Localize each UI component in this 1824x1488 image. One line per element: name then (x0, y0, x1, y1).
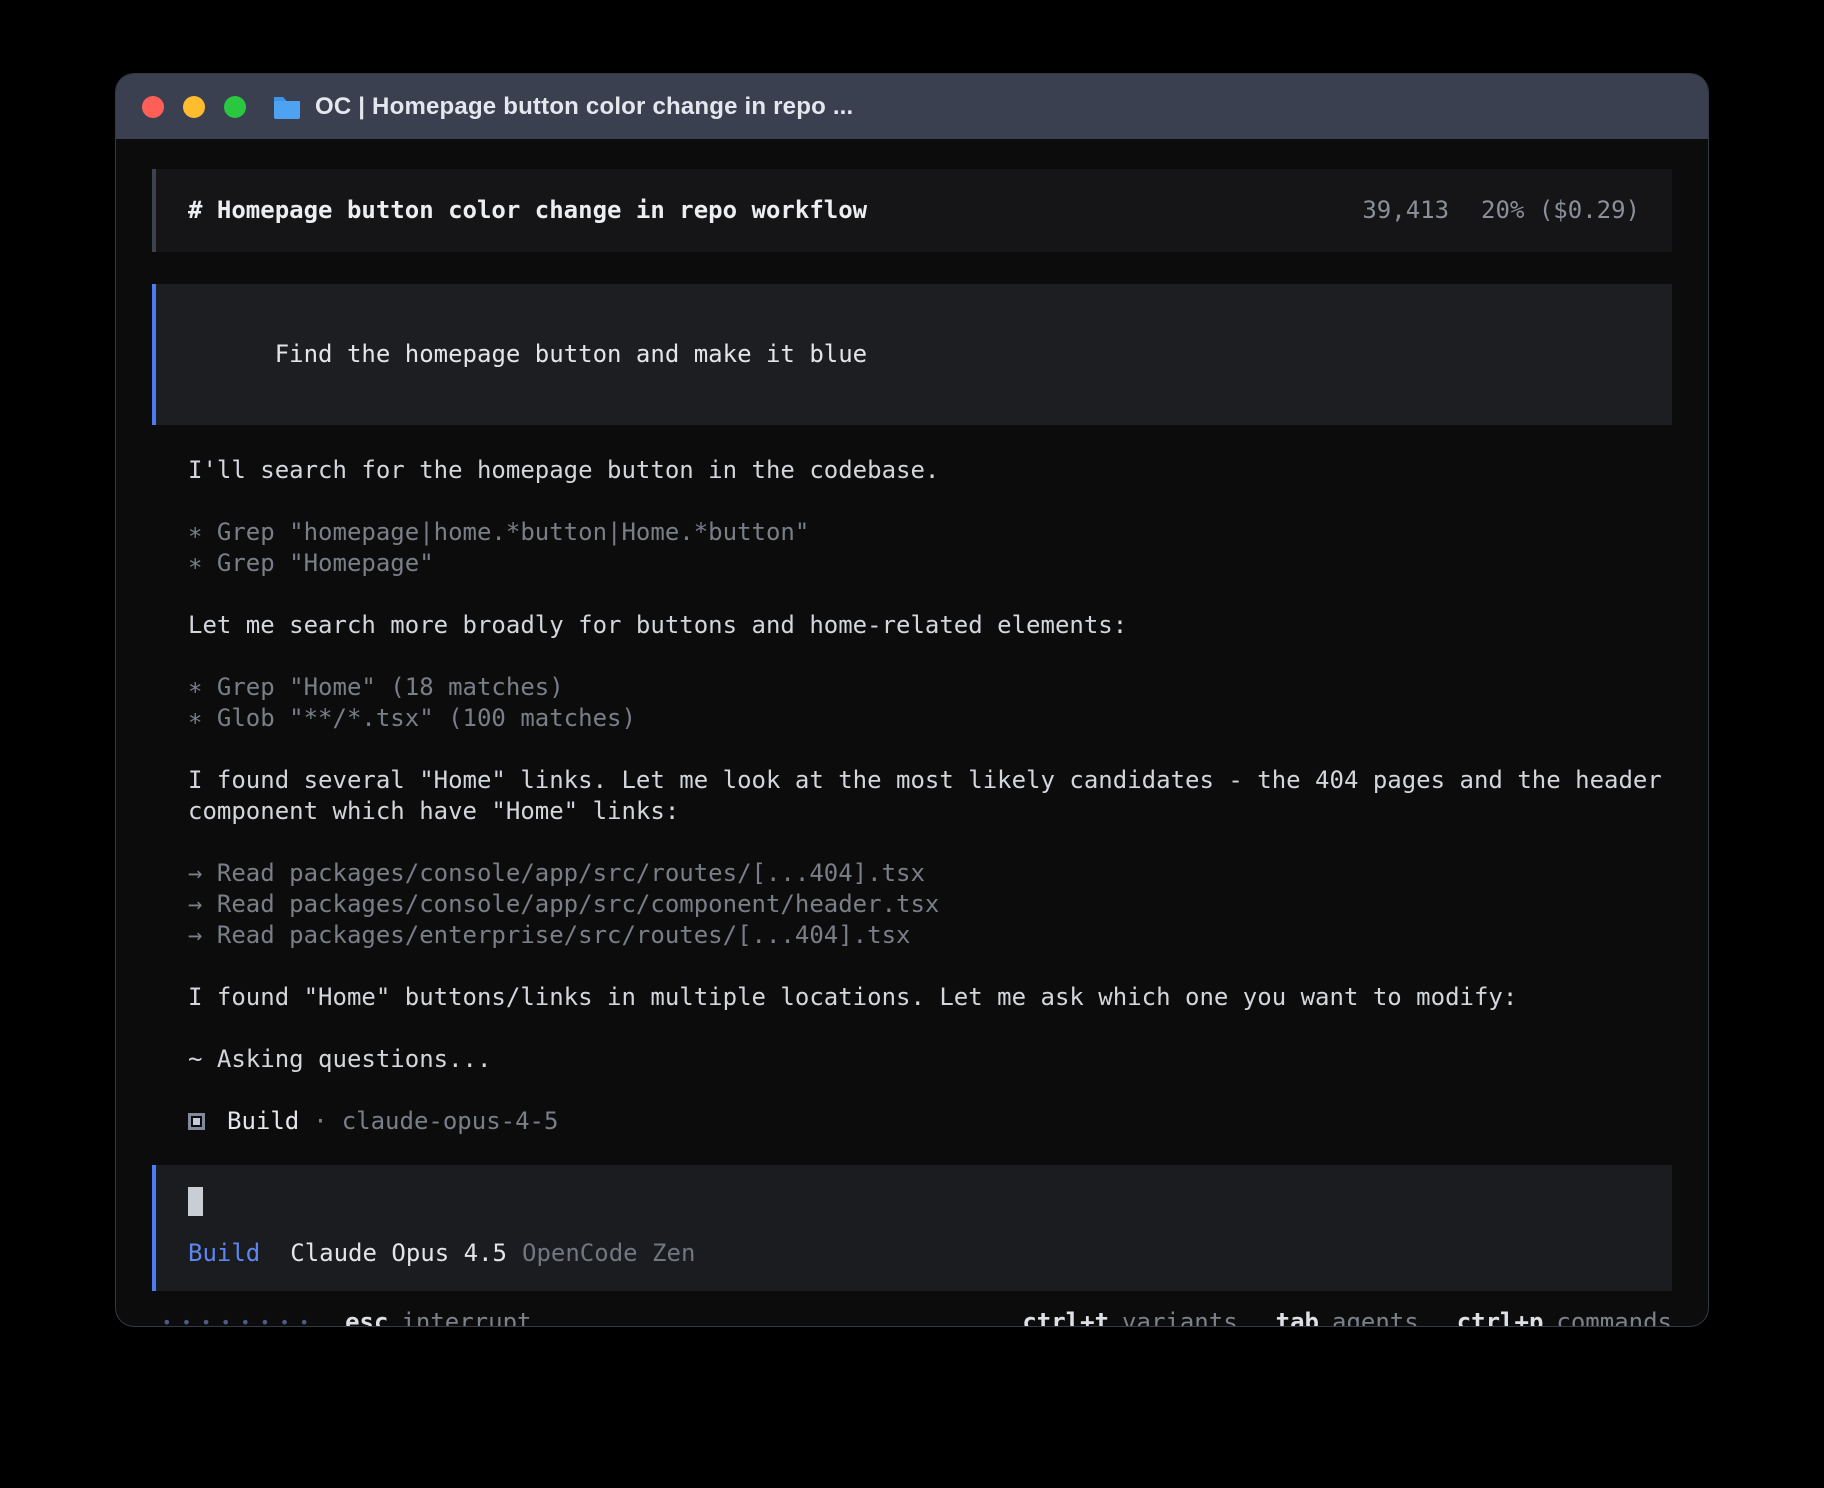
interrupt-key: esc (345, 1307, 388, 1326)
assistant-transcript: I'll search for the homepage button in t… (152, 455, 1672, 1075)
model-label: Claude Opus 4.5 (290, 1238, 507, 1269)
transcript-line: → Read packages/enterprise/src/routes/[.… (188, 920, 1664, 951)
shortcut-label: agents (1332, 1307, 1419, 1326)
transcript-line: I found "Home" buttons/links in multiple… (188, 982, 1664, 1013)
shortcut-key: tab (1276, 1307, 1319, 1326)
transcript-line (188, 641, 1664, 672)
session-title: # Homepage button color change in repo w… (188, 195, 867, 226)
agent-status: Build · claude-opus-4-5 (152, 1106, 1672, 1137)
transcript-line: ~ Asking questions... (188, 1044, 1664, 1075)
mode-label: Build (188, 1238, 260, 1269)
transcript-line (188, 1013, 1664, 1044)
shortcut-label: variants (1122, 1307, 1238, 1326)
context-usage: 20% ($0.29) (1481, 195, 1640, 226)
minimize-button[interactable] (183, 96, 205, 118)
statusbar: •••••••• esc interrupt ctrl+t variants t… (152, 1307, 1672, 1326)
window-title: OC | Homepage button color change in rep… (315, 93, 853, 121)
close-button[interactable] (142, 96, 164, 118)
transcript-line: Let me search more broadly for buttons a… (188, 610, 1664, 641)
terminal-content: # Homepage button color change in repo w… (116, 139, 1708, 1326)
prompt-input[interactable]: Build Claude Opus 4.5 OpenCode Zen (152, 1165, 1672, 1291)
transcript-line (188, 827, 1664, 858)
text-cursor (188, 1187, 203, 1216)
titlebar[interactable]: OC | Homepage button color change in rep… (116, 74, 1708, 139)
transcript-line: ∗ Glob "**/*.tsx" (100 matches) (188, 703, 1664, 734)
zoom-button[interactable] (224, 96, 246, 118)
terminal-window: OC | Homepage button color change in rep… (116, 74, 1708, 1326)
traffic-lights (142, 96, 246, 118)
keyboard-shortcut: ctrl+t variants (1022, 1307, 1237, 1326)
user-message: Find the homepage button and make it blu… (152, 284, 1672, 425)
keyboard-shortcut: tab agents (1276, 1307, 1419, 1326)
shortcut-key: ctrl+p (1457, 1307, 1544, 1326)
session-stats: 39,413 20% ($0.29) (1362, 195, 1640, 226)
agent-model: claude-opus-4-5 (342, 1106, 559, 1137)
transcript-line: ∗ Grep "homepage|home.*button|Home.*butt… (188, 517, 1664, 548)
transcript-line: I'll search for the homepage button in t… (188, 455, 1664, 486)
keyboard-shortcut: ctrl+p commands (1457, 1307, 1672, 1326)
transcript-line: → Read packages/console/app/src/componen… (188, 889, 1664, 920)
provider-label: OpenCode Zen (522, 1238, 695, 1269)
agent-icon (188, 1113, 205, 1130)
transcript-line (188, 579, 1664, 610)
statusbar-left: •••••••• esc interrupt (152, 1307, 531, 1326)
folder-icon (272, 95, 302, 119)
transcript-line (188, 486, 1664, 517)
agent-separator: · (313, 1106, 327, 1137)
statusbar-right: ctrl+t variants tab agents ctrl+p comman… (984, 1307, 1672, 1326)
shortcut-key: ctrl+t (1022, 1307, 1109, 1326)
progress-dots: •••••••• (162, 1307, 319, 1326)
transcript-line: ∗ Grep "Homepage" (188, 548, 1664, 579)
transcript-line (188, 951, 1664, 982)
transcript-line (188, 734, 1664, 765)
transcript-line: ∗ Grep "Home" (18 matches) (188, 672, 1664, 703)
token-count: 39,413 (1362, 195, 1449, 226)
session-header: # Homepage button color change in repo w… (152, 169, 1672, 252)
user-message-text: Find the homepage button and make it blu… (275, 340, 867, 368)
input-statusline: Build Claude Opus 4.5 OpenCode Zen (188, 1238, 1640, 1269)
transcript-line: → Read packages/console/app/src/routes/[… (188, 858, 1664, 889)
agent-name: Build (227, 1106, 299, 1137)
transcript-line: I found several "Home" links. Let me loo… (188, 765, 1664, 827)
shortcut-label: commands (1556, 1307, 1672, 1326)
interrupt-label: interrupt (401, 1307, 531, 1326)
